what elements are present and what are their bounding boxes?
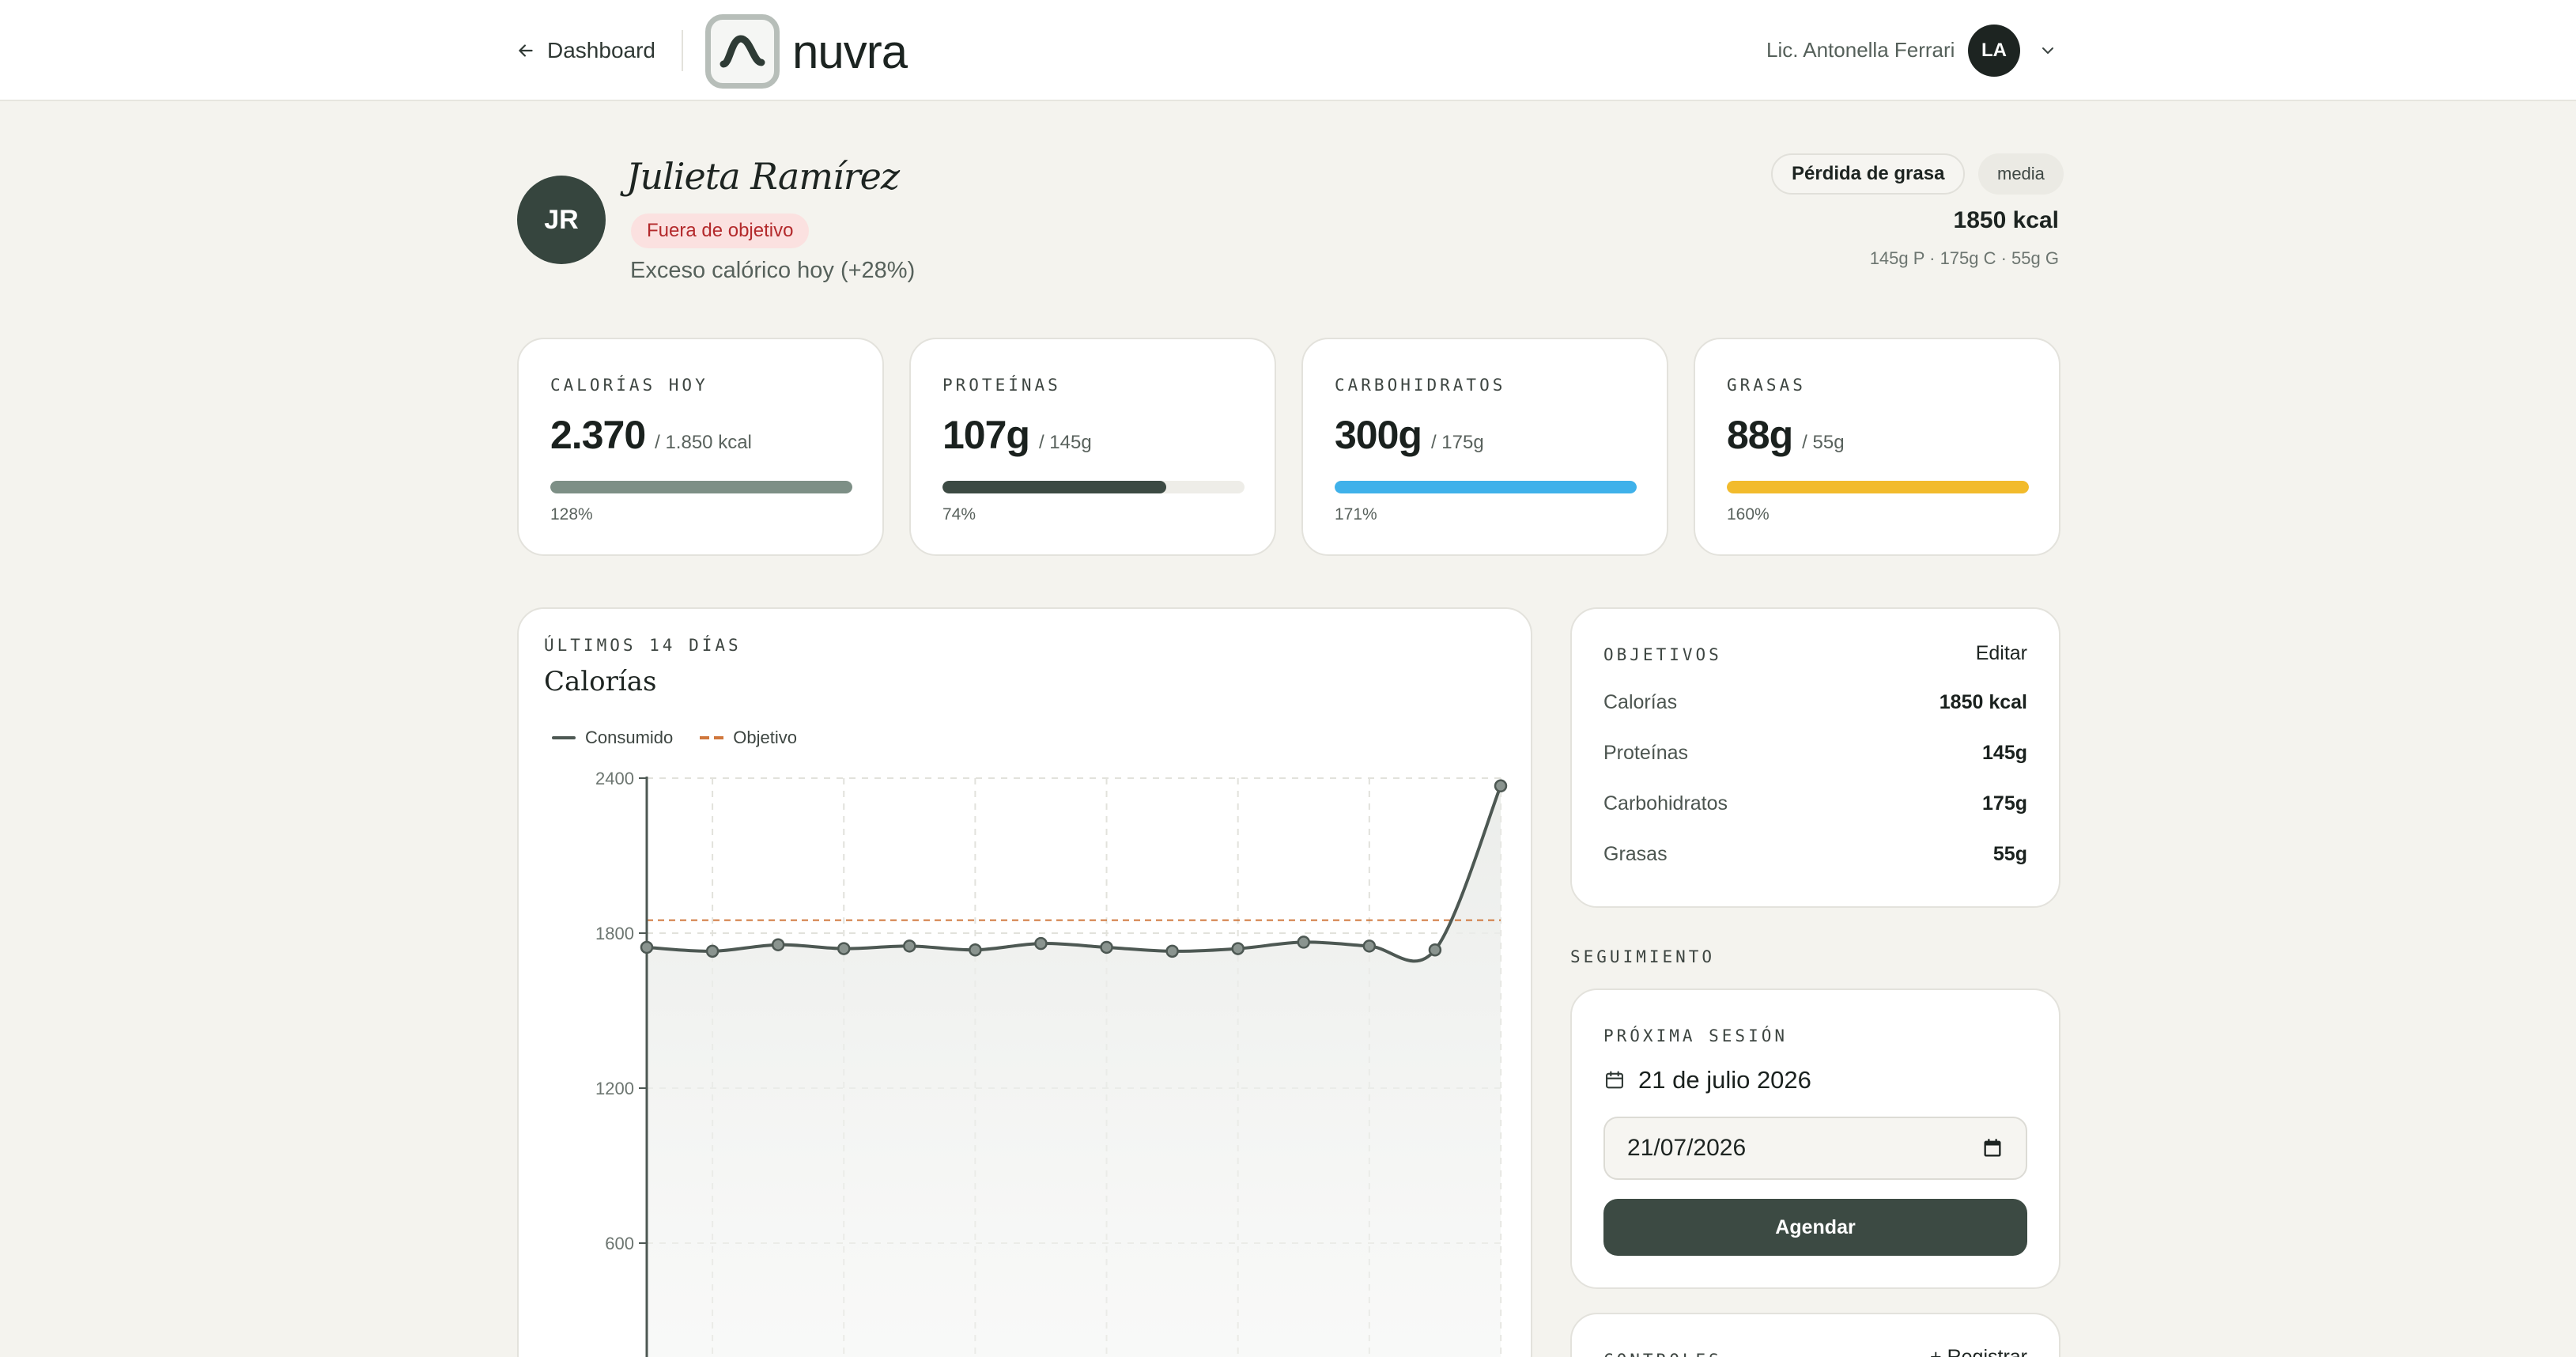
user-name: Lic. Antonella Ferrari [1766, 38, 1955, 62]
progress-fill [942, 481, 1166, 493]
user-avatar[interactable]: LA [1968, 25, 2020, 77]
session-date-text: 21 de julio 2026 [1638, 1066, 1811, 1094]
stat-card-fats: GRASAS 88g / 55g 160% [1694, 338, 2060, 556]
goal-label: Carbohidratos [1603, 792, 1728, 815]
data-point-consumed [705, 944, 720, 958]
arrow-left-icon [519, 44, 533, 57]
data-point-consumed [1362, 939, 1377, 953]
progress-fill [1335, 481, 1637, 493]
progress-fill [550, 481, 852, 493]
progress-fill [1727, 481, 2029, 493]
stat-percent: 128% [550, 505, 593, 524]
stat-target: / 1.850 kcal [655, 432, 752, 453]
status-badge: Fuera de objetivo [631, 214, 810, 248]
stat-value: 107g [942, 413, 1030, 457]
y-tick-label: 2400 [595, 769, 634, 788]
logo-text: nuvra [792, 25, 908, 78]
calories-chart-card: ÚLTIMOS 14 DÍAS Calorías Consumido Objet… [517, 607, 1532, 1357]
progress-track [550, 481, 852, 493]
stat-label: GRASAS [1727, 376, 1806, 395]
stat-percent: 74% [942, 505, 976, 524]
stat-card-protein: PROTEÍNAS 107g / 145g 74% [909, 338, 1276, 556]
patient-avatar: JR [517, 176, 606, 264]
stat-target: / 145g [1038, 432, 1092, 453]
stat-value: 300g [1335, 413, 1422, 457]
stat-label: CARBOHIDRATOS [1335, 376, 1506, 395]
register-control-button[interactable]: + Registrar [1930, 1346, 2027, 1357]
status-detail: Exceso calórico hoy (+28%) [630, 258, 916, 283]
data-point-consumed [969, 943, 982, 957]
target-macros: 145g P · 175g C · 55g G [1869, 248, 2059, 268]
stat-target: / 55g [1802, 432, 1845, 453]
calendar-picker-icon[interactable] [1981, 1137, 2004, 1159]
back-to-dashboard-link[interactable]: Dashboard [516, 35, 655, 66]
y-tick-label: 1800 [595, 924, 634, 943]
session-date-input[interactable]: 21/07/2026 [1603, 1117, 2027, 1180]
edit-goals-button[interactable]: Editar [1976, 642, 2027, 665]
series-area-consumed [647, 785, 1501, 1357]
stat-target: / 175g [1430, 432, 1484, 453]
goal-value: 55g [1992, 843, 2027, 865]
series-line-consumed [646, 785, 1502, 963]
goal-label: Grasas [1603, 843, 1668, 865]
controls-card: CONTROLES + Registrar [1570, 1313, 2060, 1357]
data-point-consumed [903, 939, 916, 953]
stat-value: 2.370 [550, 413, 646, 457]
goal-type-chip: Pérdida de grasa [1771, 153, 1966, 195]
stat-label: CALORÍAS HOY [550, 376, 708, 395]
header-divider [682, 30, 683, 71]
goal-label: Calorías [1603, 691, 1678, 713]
data-point-consumed [1297, 936, 1311, 949]
calendar-icon [1606, 1071, 1623, 1089]
goal-value: 145g [1982, 742, 2027, 764]
date-input-value: 21/07/2026 [1627, 1135, 1747, 1161]
back-label: Dashboard [547, 38, 655, 62]
stat-card-carbs: CARBOHIDRATOS 300g / 175g 171% [1301, 338, 1668, 556]
goal-row-carbs: Carbohidratos 175g [1603, 792, 2027, 815]
session-kicker: PRÓXIMA SESIÓN [1603, 1026, 1788, 1045]
goal-level-chip: media [1978, 153, 2064, 195]
data-point-consumed [1494, 779, 1508, 793]
target-kcal: 1850 kcal [1953, 207, 2059, 233]
data-point-consumed [1231, 942, 1245, 955]
progress-track [942, 481, 1245, 493]
stat-percent: 171% [1335, 505, 1377, 524]
data-point-consumed [640, 940, 654, 954]
chevron-down-icon[interactable] [2038, 41, 2057, 60]
calories-line-chart: 600 1200 1800 2400 [595, 769, 1508, 1357]
data-point-consumed [1428, 943, 1442, 957]
stat-percent: 160% [1727, 505, 1770, 524]
session-date: 21 de julio 2026 [1603, 1066, 1811, 1094]
data-point-consumed [1100, 940, 1113, 954]
data-point-consumed [1165, 944, 1179, 958]
goal-value: 1850 kcal [1939, 691, 2027, 713]
data-point-consumed [837, 942, 851, 955]
patient-name: Julieta Ramírez [626, 155, 900, 198]
stat-card-calories: CALORÍAS HOY 2.370 / 1.850 kcal 128% [517, 338, 884, 556]
stat-label: PROTEÍNAS [942, 376, 1061, 395]
progress-track [1727, 481, 2029, 493]
next-session-card: PRÓXIMA SESIÓN 21 de julio 2026 21/07/20… [1570, 988, 2060, 1289]
goal-row-protein: Proteínas 145g [1603, 742, 2027, 765]
goal-label: Proteínas [1603, 742, 1689, 764]
data-point-consumed [1034, 936, 1048, 951]
y-tick-label: 600 [605, 1234, 634, 1253]
y-tick-label: 1200 [595, 1079, 634, 1098]
logo-mark-icon [705, 14, 780, 89]
schedule-button[interactable]: Agendar [1603, 1199, 2027, 1256]
followup-kicker: SEGUIMIENTO [1570, 947, 1716, 966]
data-point-consumed [771, 938, 785, 951]
goal-value: 175g [1982, 792, 2027, 815]
stat-value: 88g [1727, 413, 1793, 457]
goal-row-calories: Calorías 1850 kcal [1603, 691, 2027, 714]
controls-kicker: CONTROLES [1603, 1351, 1722, 1357]
goals-card: OBJETIVOS Editar Calorías 1850 kcal Prot… [1570, 607, 2060, 908]
goal-row-fats: Grasas 55g [1603, 843, 2027, 866]
top-bar: Dashboard nuvra Lic. Antonella Ferrari L… [0, 0, 2576, 101]
progress-track [1335, 481, 1637, 493]
goals-kicker: OBJETIVOS [1603, 645, 1722, 664]
